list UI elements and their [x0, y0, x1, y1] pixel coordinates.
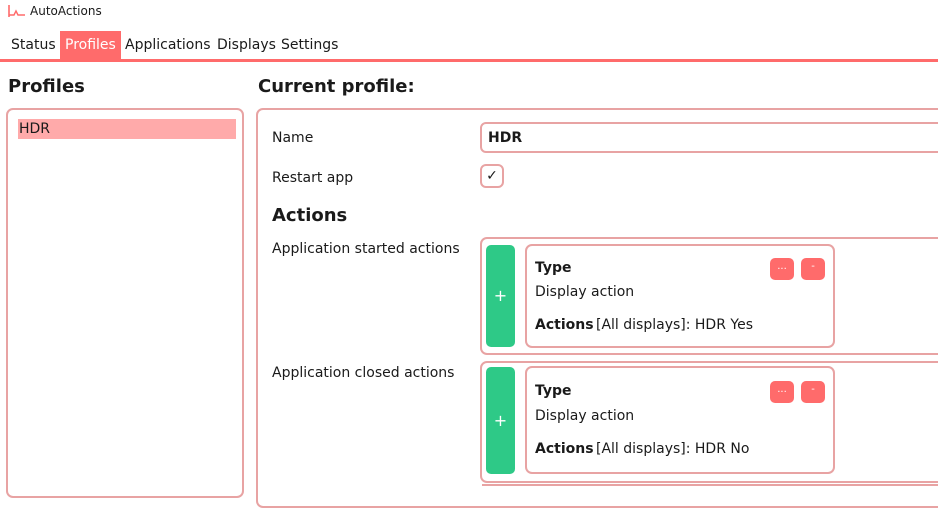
closed-actions-value: [All displays]: HDR No: [596, 441, 750, 457]
tab-profiles[interactable]: Profiles: [60, 31, 121, 59]
add-started-action-button[interactable]: +: [486, 245, 515, 347]
profiles-list[interactable]: [6, 108, 244, 498]
restart-app-checkbox[interactable]: ✓: [480, 164, 504, 188]
profiles-heading: Profiles: [8, 76, 85, 97]
tab-displays[interactable]: Displays: [212, 31, 281, 59]
name-label: Name: [272, 130, 314, 146]
started-type-value: Display action: [535, 284, 635, 300]
actions-heading: Actions: [272, 205, 348, 226]
started-actions-key: Actions: [535, 317, 594, 333]
closed-type-value: Display action: [535, 408, 635, 424]
started-actions-label: Application started actions: [272, 241, 460, 257]
edit-closed-action-button[interactable]: ...: [770, 381, 794, 403]
remove-started-action-button[interactable]: -: [801, 258, 825, 280]
current-profile-heading: Current profile:: [258, 76, 415, 97]
tab-underline: [0, 59, 938, 62]
started-actions-value: [All displays]: HDR Yes: [596, 317, 753, 333]
add-closed-action-button[interactable]: +: [486, 367, 515, 474]
edit-started-action-button[interactable]: ...: [770, 258, 794, 280]
profile-name-input[interactable]: [480, 122, 938, 153]
started-type-label: Type: [535, 260, 572, 276]
app-logo-icon: [8, 4, 26, 18]
tab-settings[interactable]: Settings: [276, 31, 343, 59]
restart-app-label: Restart app: [272, 170, 354, 186]
closed-actions-label: Application closed actions: [272, 365, 455, 381]
closed-actions-key: Actions: [535, 441, 594, 457]
tab-applications[interactable]: Applications: [120, 31, 216, 59]
remove-closed-action-button[interactable]: -: [801, 381, 825, 403]
closed-type-label: Type: [535, 383, 572, 399]
checkmark-icon: ✓: [486, 168, 498, 184]
tab-status[interactable]: Status: [6, 31, 61, 59]
next-list-border: [482, 484, 938, 486]
app-title: AutoActions: [30, 4, 102, 18]
profile-list-item[interactable]: HDR: [18, 119, 236, 139]
